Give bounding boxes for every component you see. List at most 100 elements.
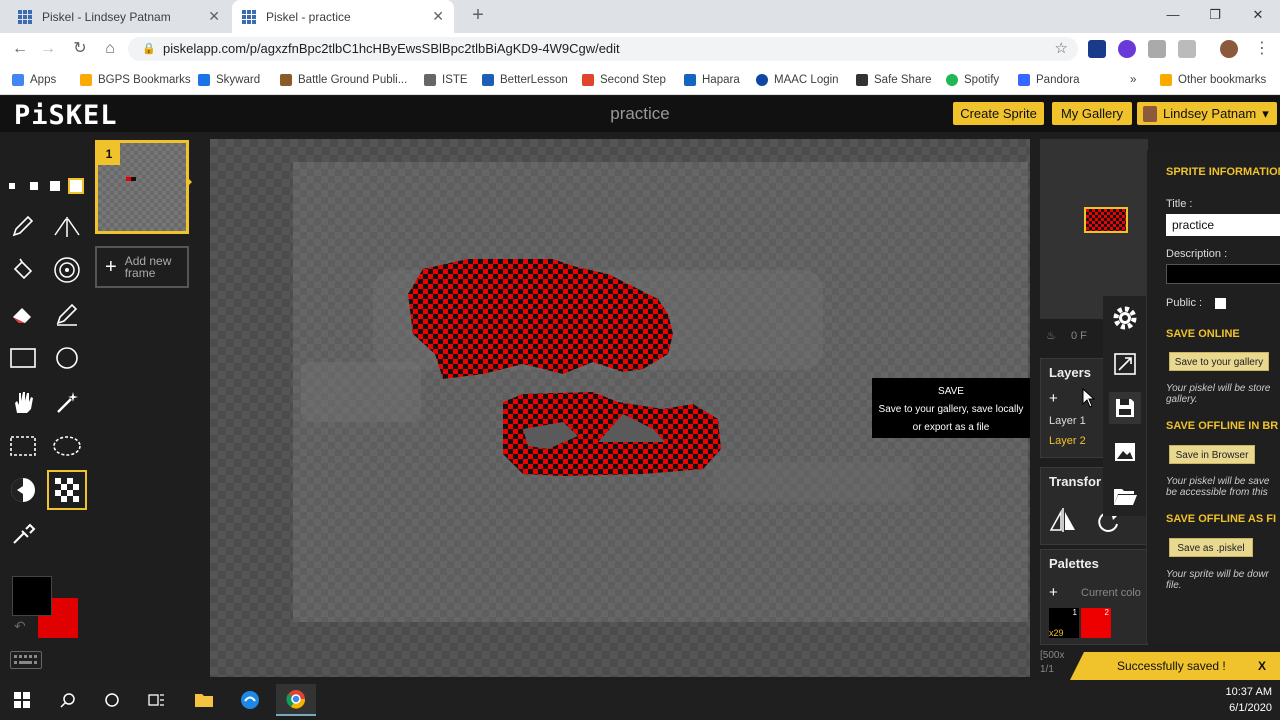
extension-icon[interactable] xyxy=(1088,40,1106,58)
mouse-cursor-icon xyxy=(1082,387,1096,413)
paint-same-color-tool[interactable] xyxy=(47,250,87,290)
home-icon[interactable]: ⌂ xyxy=(100,39,120,59)
lighten-tool[interactable] xyxy=(3,470,43,510)
save-icon[interactable] xyxy=(1109,392,1141,424)
bookmark-safe-share[interactable]: Safe Share xyxy=(856,71,932,89)
close-tab-icon[interactable]: ✕ xyxy=(208,8,220,25)
menu-icon[interactable]: ⋮ xyxy=(1252,39,1272,59)
animation-preview[interactable] xyxy=(1084,207,1128,233)
pen-size-4[interactable] xyxy=(68,178,84,194)
stroke-tool[interactable] xyxy=(47,294,87,334)
betterlesson-icon xyxy=(482,74,494,86)
bookmark-battle-ground[interactable]: Battle Ground Publi... xyxy=(280,71,407,89)
swap-colors-icon[interactable]: ↶ xyxy=(14,618,26,635)
color-picker-tool[interactable] xyxy=(3,514,43,554)
description-field[interactable] xyxy=(1166,264,1280,284)
close-window-button[interactable]: ✕ xyxy=(1243,4,1273,26)
shape-selection-tool[interactable] xyxy=(47,382,87,422)
settings-gear-icon[interactable] xyxy=(1109,302,1141,334)
title-field[interactable]: practice xyxy=(1166,214,1280,236)
user-menu-button[interactable]: Lindsey Patnam ▾ xyxy=(1137,102,1277,125)
flip-icon[interactable] xyxy=(1049,506,1079,539)
system-clock[interactable]: 10:37 AM 6/1/2020 xyxy=(1226,684,1272,716)
pen-size-1[interactable] xyxy=(9,183,15,189)
app-header: PiSKEL practice Create Sprite My Gallery… xyxy=(0,96,1280,132)
bookmark-second-step[interactable]: Second Step xyxy=(582,71,666,89)
bookmark-bgps[interactable]: BGPS Bookmarks xyxy=(80,71,191,89)
chrome-taskbar-icon[interactable] xyxy=(276,684,316,716)
extension-icon[interactable] xyxy=(1148,40,1166,58)
sprite-name: practice xyxy=(610,104,670,123)
bookmark-apps[interactable]: Apps xyxy=(12,71,56,89)
circle-tool[interactable] xyxy=(47,338,87,378)
pen-size-3[interactable] xyxy=(50,181,60,191)
back-icon[interactable]: ← xyxy=(10,39,30,59)
forward-icon[interactable]: → xyxy=(38,39,58,59)
extension-icon[interactable] xyxy=(1118,40,1136,58)
address-bar[interactable]: 🔒 piskelapp.com/p/agxzfnBpc2tlbC1hcHByEw… xyxy=(128,37,1078,61)
tab-piskel-practice[interactable]: Piskel - practice ✕ xyxy=(232,0,454,33)
add-palette-button[interactable]: + xyxy=(1049,584,1058,601)
bookmark-star-icon[interactable]: ☆ xyxy=(1055,37,1068,61)
toast-close-button[interactable]: X xyxy=(1258,652,1266,680)
windows-start-icon[interactable] xyxy=(2,684,42,716)
new-tab-button[interactable]: + xyxy=(468,5,488,27)
bookmark-pandora[interactable]: Pandora xyxy=(1018,71,1079,89)
tab-piskel-lindsey[interactable]: Piskel - Lindsey Patnam ✕ xyxy=(8,0,230,33)
resize-icon[interactable] xyxy=(1109,348,1141,380)
close-tab-icon[interactable]: ✕ xyxy=(432,8,444,25)
piskel-favicon-icon xyxy=(18,9,32,24)
open-folder-icon[interactable] xyxy=(1109,480,1141,512)
pen-tool[interactable] xyxy=(3,206,43,246)
plus-icon: + xyxy=(105,255,117,278)
palette-swatch-black[interactable]: 1 x29 xyxy=(1049,608,1079,638)
edge-icon[interactable] xyxy=(230,684,270,716)
bookmarks-overflow[interactable]: » xyxy=(1130,71,1136,89)
onion-skin-icon[interactable]: ♨ xyxy=(1046,330,1056,342)
keyboard-shortcuts-icon[interactable] xyxy=(10,651,42,669)
reload-icon[interactable]: ↻ xyxy=(70,39,90,59)
create-sprite-button[interactable]: Create Sprite xyxy=(953,102,1044,125)
rectangle-tool[interactable] xyxy=(3,338,43,378)
palette-select[interactable]: Current colo xyxy=(1081,587,1141,599)
save-offline-file-heading: SAVE OFFLINE AS FI xyxy=(1166,513,1277,525)
maximize-button[interactable]: ❐ xyxy=(1200,4,1230,26)
bookmark-skyward[interactable]: Skyward xyxy=(198,71,260,89)
extension-icon[interactable] xyxy=(1178,40,1196,58)
save-as-piskel-button[interactable]: Save as .piskel xyxy=(1169,538,1253,557)
eraser-tool[interactable] xyxy=(3,294,43,334)
hapara-icon xyxy=(684,74,696,86)
dithering-tool[interactable] xyxy=(47,470,87,510)
bookmark-iste[interactable]: ISTE xyxy=(424,71,468,89)
piskel-logo[interactable]: PiSKEL xyxy=(14,100,118,131)
skyward-icon xyxy=(198,74,210,86)
frame-thumbnail[interactable]: 1 xyxy=(95,140,189,234)
save-to-gallery-button[interactable]: Save to your gallery xyxy=(1169,352,1269,371)
cortana-icon[interactable] xyxy=(92,684,132,716)
rectangle-selection-tool[interactable] xyxy=(3,426,43,466)
public-checkbox[interactable] xyxy=(1215,298,1226,309)
add-frame-button[interactable]: + Add new frame xyxy=(95,246,189,288)
save-in-browser-button[interactable]: Save in Browser xyxy=(1169,445,1255,464)
bookmark-maac[interactable]: MAAC Login xyxy=(756,71,839,89)
bookmark-other[interactable]: Other bookmarks xyxy=(1160,71,1266,89)
profile-avatar[interactable] xyxy=(1220,40,1238,58)
palette-swatch-red[interactable]: 2 xyxy=(1081,608,1111,638)
bookmark-spotify[interactable]: Spotify xyxy=(946,71,999,89)
pen-size-2[interactable] xyxy=(30,182,38,190)
save-piskel-note: Your sprite will be dowr xyxy=(1166,569,1269,580)
export-image-icon[interactable] xyxy=(1109,436,1141,468)
bookmark-betterlesson[interactable]: BetterLesson xyxy=(482,71,568,89)
minimize-button[interactable]: — xyxy=(1158,4,1188,26)
bookmark-hapara[interactable]: Hapara xyxy=(684,71,740,89)
move-tool[interactable] xyxy=(3,382,43,422)
mirror-pen-tool[interactable] xyxy=(47,206,87,246)
my-gallery-button[interactable]: My Gallery xyxy=(1052,102,1132,125)
search-icon[interactable] xyxy=(48,684,88,716)
file-explorer-icon[interactable] xyxy=(184,684,224,716)
paint-bucket-tool[interactable] xyxy=(3,250,43,290)
maac-icon xyxy=(756,74,768,86)
primary-color-swatch[interactable] xyxy=(12,576,52,616)
lasso-selection-tool[interactable] xyxy=(47,426,87,466)
task-view-icon[interactable] xyxy=(137,684,177,716)
